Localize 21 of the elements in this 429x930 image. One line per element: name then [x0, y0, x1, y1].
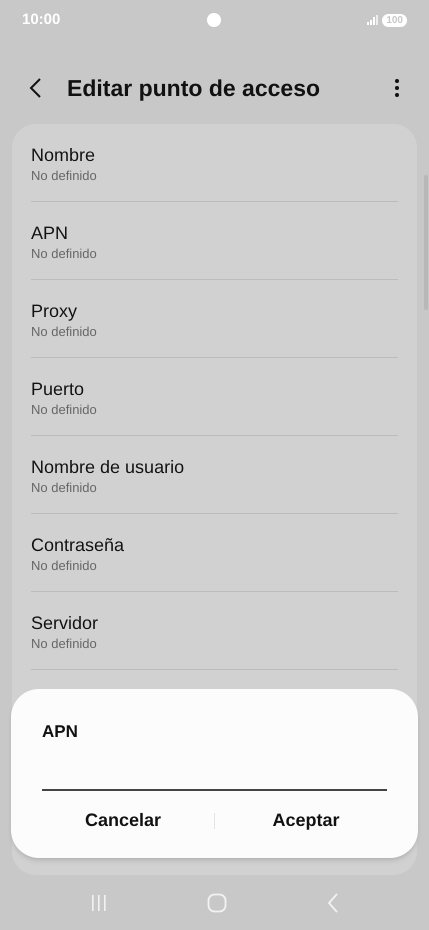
setting-label[interactable]: Nombre [31, 142, 398, 166]
setting-value: No definido [31, 166, 98, 184]
setting-value: No definido [31, 322, 98, 340]
signal-icon [367, 15, 378, 25]
setting-label[interactable]: Servidor [31, 610, 398, 634]
more-options-icon[interactable] [395, 79, 399, 97]
dialog-button[interactable]: Cancelar [32, 800, 214, 840]
setting-value: No definido [31, 634, 98, 652]
setting-label[interactable]: Puerto [31, 376, 398, 400]
setting-value: No definido [31, 244, 98, 262]
setting-value: No definido [31, 556, 98, 574]
setting-value: No definido [31, 478, 98, 496]
page-title: Editar punto de acceso [67, 74, 322, 103]
dialog-title: APN [42, 721, 79, 743]
setting-label[interactable]: Proxy [31, 298, 398, 322]
setting-label[interactable]: Contraseña [31, 532, 398, 556]
setting-value: No definido [31, 400, 98, 418]
back-icon[interactable] [28, 77, 42, 99]
setting-label[interactable]: APN [31, 220, 398, 244]
dialog-button[interactable]: Aceptar [215, 800, 397, 840]
setting-label[interactable]: Nombre de usuario [31, 454, 398, 478]
